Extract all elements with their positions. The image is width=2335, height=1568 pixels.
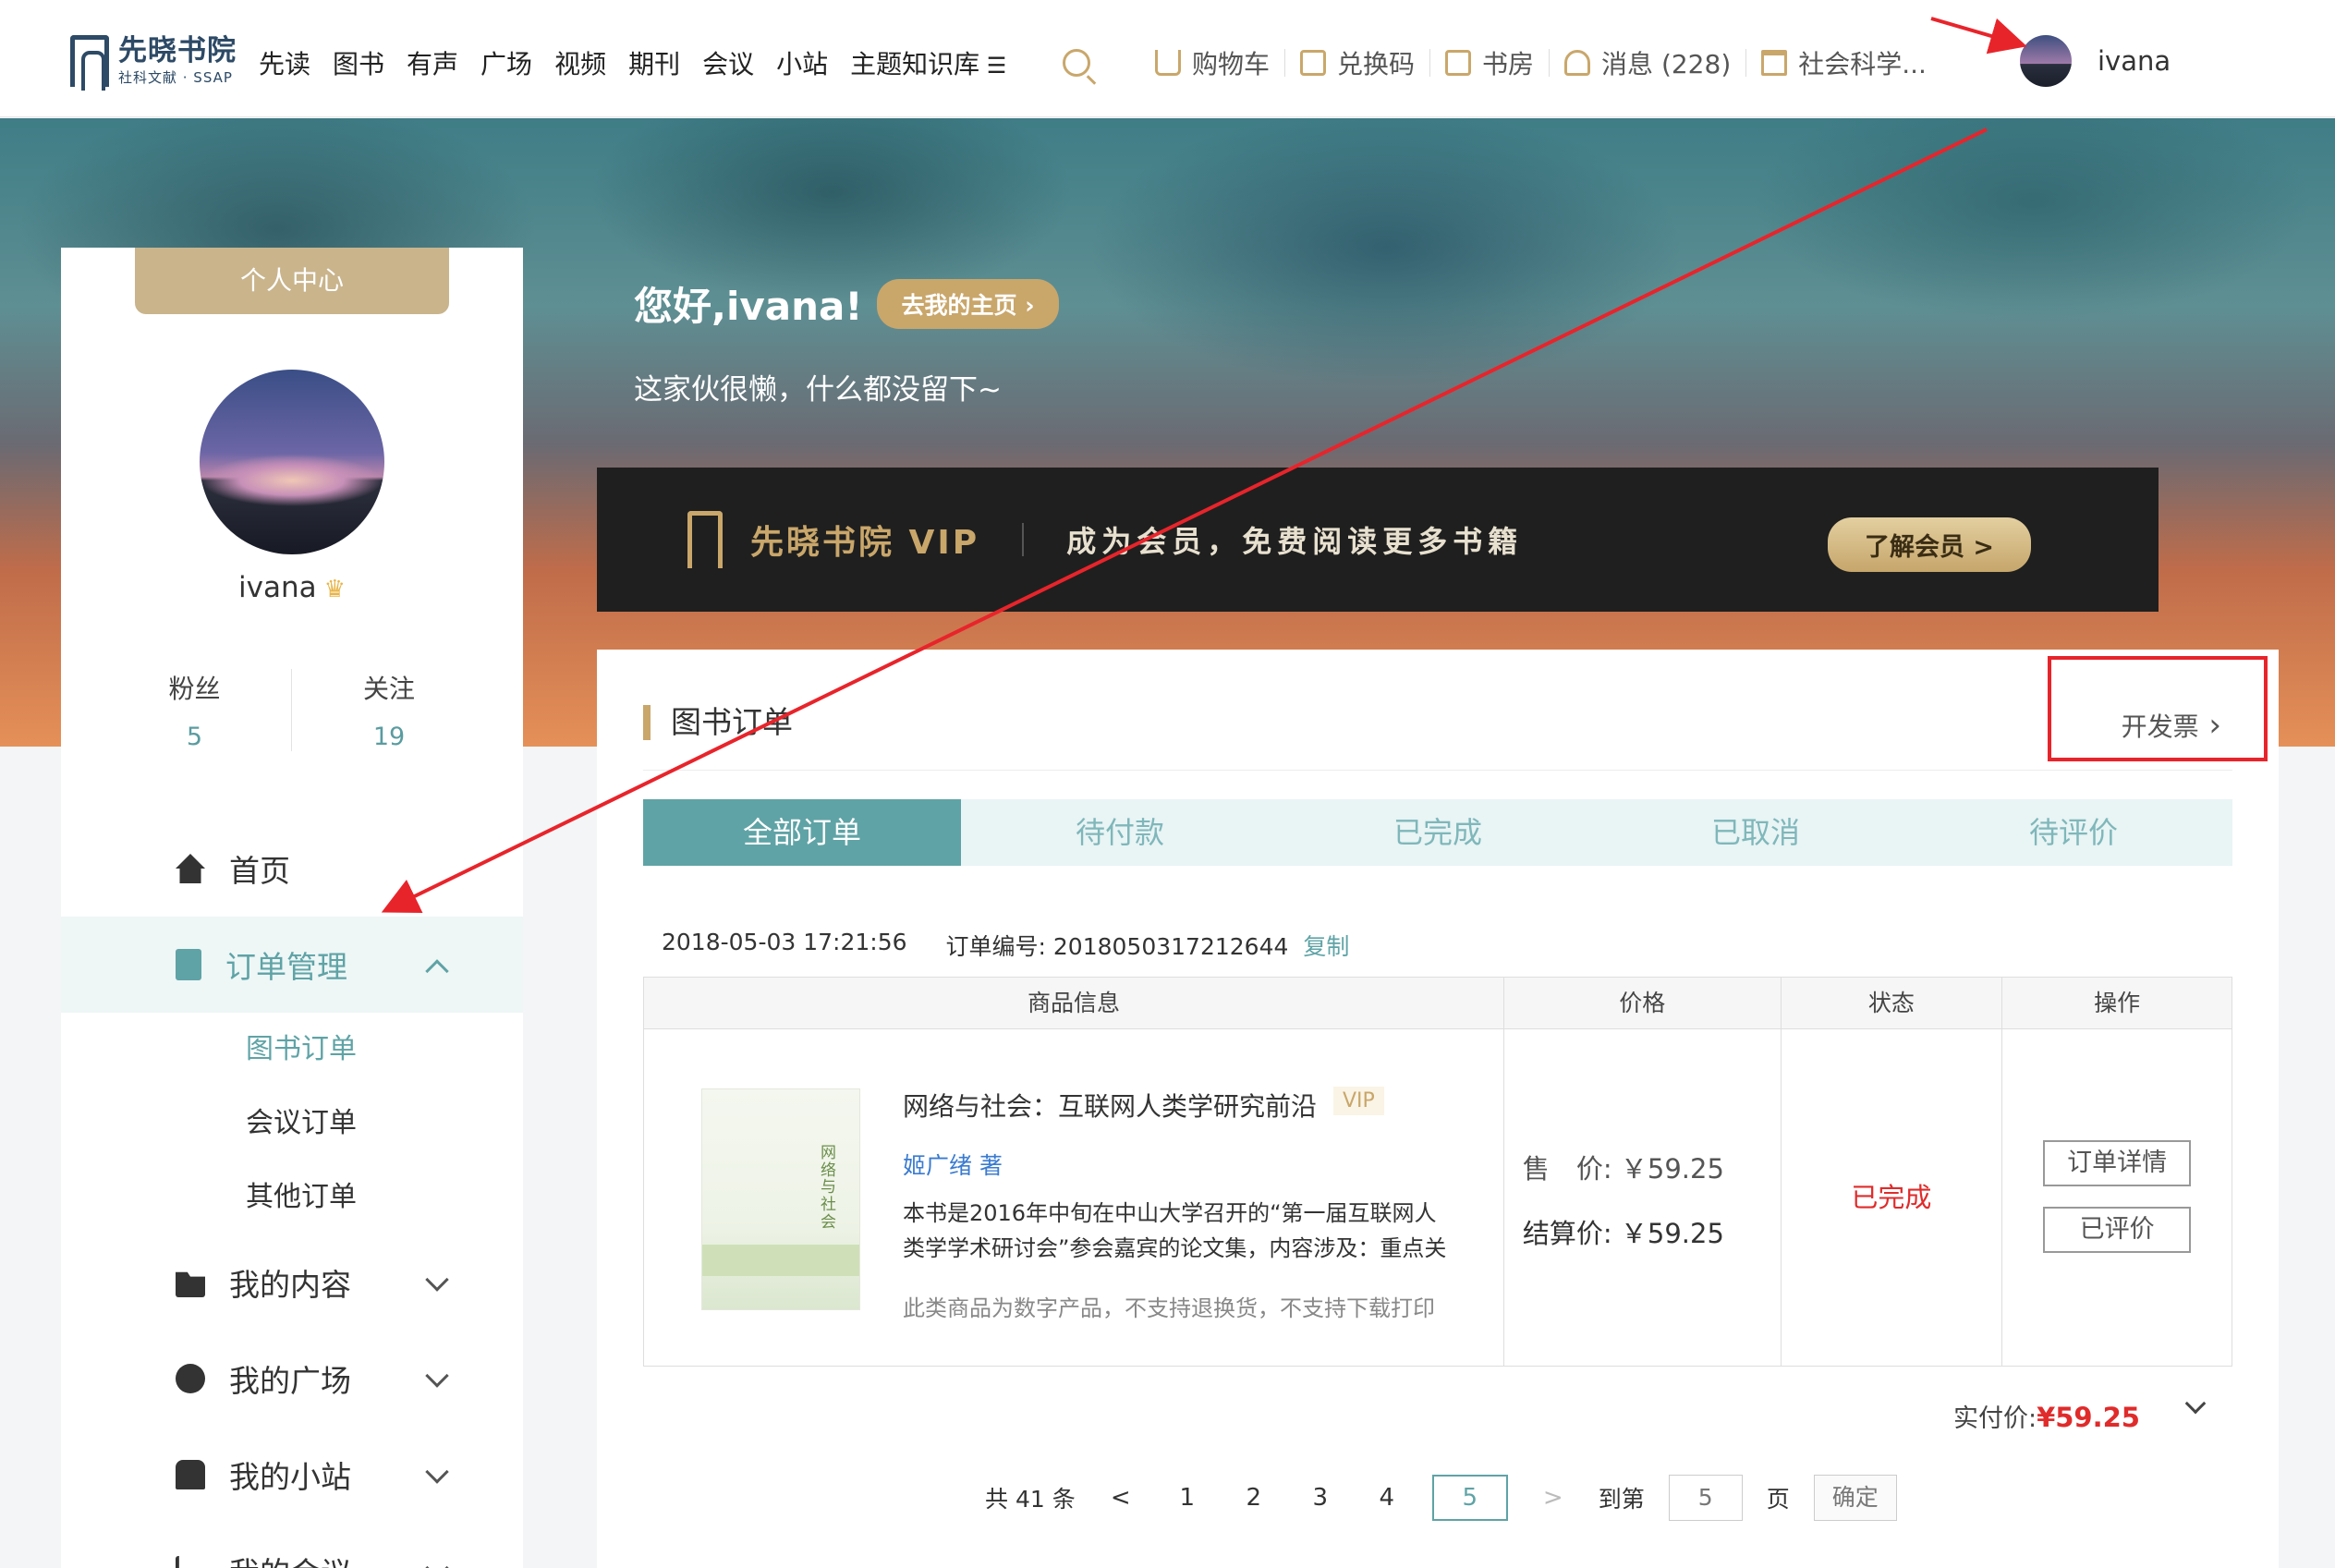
annotation-arrow-to-orders [381, 128, 1988, 913]
annotation-arrow-to-avatar [1930, 17, 2027, 55]
annotation-arrows [381, 17, 2027, 913]
